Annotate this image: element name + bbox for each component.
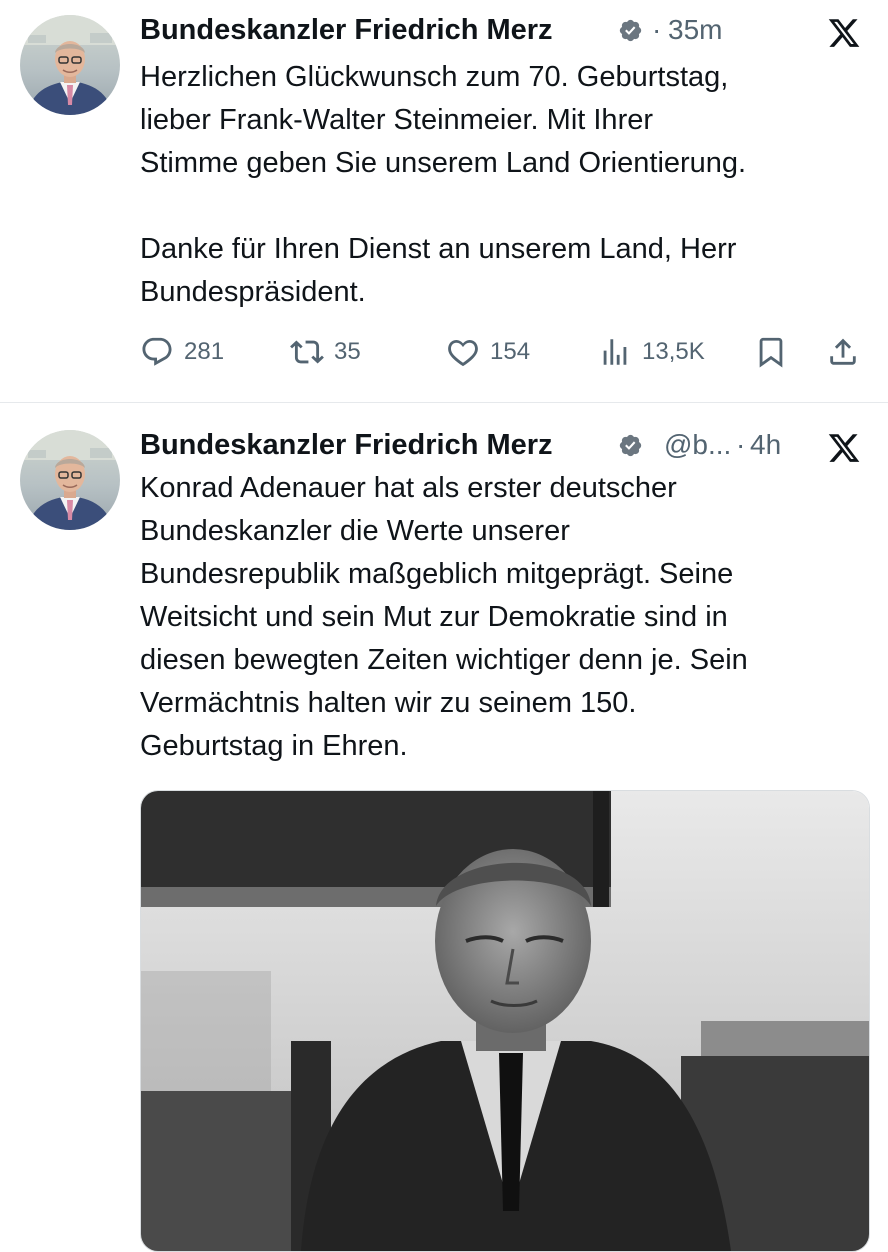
bookmark-button[interactable]	[754, 330, 788, 374]
like-icon	[448, 339, 478, 367]
x-logo-icon	[828, 434, 860, 462]
views-icon	[603, 339, 627, 365]
repost-icon	[290, 340, 324, 364]
views-button[interactable]: 13,5K	[598, 330, 705, 374]
historic-photo-image	[141, 791, 869, 1251]
separator-dot: ·	[736, 429, 746, 460]
timestamp[interactable]: 35m	[668, 10, 722, 50]
view-count: 13,5K	[642, 338, 705, 365]
like-count: 154	[490, 338, 531, 365]
bookmark-icon	[759, 337, 783, 368]
avatar[interactable]	[20, 430, 120, 530]
author-handle[interactable]: @b...	[664, 425, 731, 465]
reply-button[interactable]: 281	[140, 330, 224, 374]
x-logo-icon	[828, 19, 860, 47]
avatar[interactable]	[20, 15, 120, 115]
tweet[interactable]: Bundeskanzler Friedrich Merz @b... · 4h …	[0, 403, 888, 1252]
tweet-text: Konrad Adenauer hat als erster deutscher…	[140, 472, 748, 762]
tweet-header: Bundeskanzler Friedrich Merz @b... · 4h	[140, 425, 888, 465]
verified-badge-icon	[619, 434, 642, 457]
reply-icon	[142, 337, 172, 366]
repost-count: 35	[334, 338, 361, 365]
repost-button[interactable]: 35	[290, 330, 361, 374]
timestamp[interactable]: 4h	[750, 425, 781, 465]
verified-badge-icon	[619, 19, 642, 42]
reply-count: 281	[184, 338, 225, 365]
tweet-text: Herzlichen Glückwunsch zum 70. Geburtsta…	[140, 61, 747, 308]
share-button[interactable]	[826, 330, 860, 374]
tweet-photo[interactable]	[140, 790, 870, 1252]
share-icon	[830, 338, 856, 365]
tweet[interactable]: Bundeskanzler Friedrich Merz · 35m Herzl…	[0, 0, 888, 403]
separator-dot: ·	[652, 14, 662, 45]
like-button[interactable]: 154	[446, 330, 530, 374]
tweet-actions: 281 35 154 13,5K	[140, 330, 868, 374]
author-name[interactable]: Bundeskanzler Friedrich Merz	[140, 10, 553, 50]
author-name[interactable]: Bundeskanzler Friedrich Merz	[140, 425, 553, 465]
tweet-header: Bundeskanzler Friedrich Merz · 35m	[140, 10, 888, 50]
